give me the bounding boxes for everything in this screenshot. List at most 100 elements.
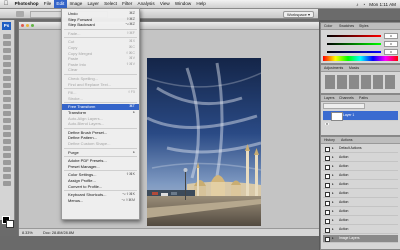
action-toggle-checkbox[interactable] xyxy=(325,182,330,188)
menu-view[interactable]: View xyxy=(157,0,172,8)
action-toggle-checkbox[interactable] xyxy=(325,209,330,215)
zoom-icon[interactable] xyxy=(31,24,34,27)
action-toggle-checkbox[interactable] xyxy=(325,155,330,161)
clock-icon[interactable]: ◔ xyxy=(362,2,365,7)
tab-swatches[interactable]: Swatches xyxy=(339,24,354,28)
volume-icon[interactable]: ♪ xyxy=(356,2,358,7)
expand-triangle-icon[interactable]: ▸ xyxy=(332,146,334,150)
move-tool-icon[interactable] xyxy=(3,34,11,39)
action-toggle-checkbox[interactable] xyxy=(325,227,330,233)
action-toggle-checkbox[interactable] xyxy=(325,200,330,206)
menu-item-stroke[interactable]: Stroke... xyxy=(62,96,139,102)
action-row[interactable]: ▸ Action xyxy=(323,172,398,180)
menu-item-auto-blend-layers[interactable]: Auto-Blend Layers... xyxy=(62,121,139,127)
menu-photoshop[interactable]: Photoshop xyxy=(12,0,41,8)
menu-layer[interactable]: Layer xyxy=(85,0,102,8)
tab-channels[interactable]: Channels xyxy=(339,96,354,100)
action-toggle-checkbox[interactable] xyxy=(325,191,330,197)
3d-orbit-tool-icon[interactable] xyxy=(3,167,11,172)
expand-triangle-icon[interactable]: ▸ xyxy=(332,209,334,213)
path-select-tool-icon[interactable] xyxy=(3,146,11,151)
tab-styles[interactable]: Styles xyxy=(359,24,369,28)
expand-triangle-icon[interactable]: ▸ xyxy=(332,227,334,231)
menu-window[interactable]: Window xyxy=(172,0,194,8)
history-brush-tool-icon[interactable] xyxy=(3,97,11,102)
action-row[interactable]: ▸ Action xyxy=(323,226,398,234)
blur-tool-icon[interactable] xyxy=(3,118,11,123)
expand-triangle-icon[interactable]: ▸ xyxy=(332,173,334,177)
tab-history[interactable]: History xyxy=(324,138,335,142)
close-icon[interactable] xyxy=(21,24,24,27)
exposure-icon[interactable] xyxy=(361,75,371,89)
menu-item-convert-to-profile[interactable]: Convert to Profile... xyxy=(62,184,139,190)
expand-triangle-icon[interactable]: ▸ xyxy=(332,236,334,240)
menu-help[interactable]: Help xyxy=(194,0,209,8)
zoom-tool-icon[interactable] xyxy=(3,181,11,186)
workspace-button[interactable]: Workspace ▾ xyxy=(282,10,314,18)
color-ramp[interactable] xyxy=(323,56,398,61)
layer-row[interactable]: Layer 1 xyxy=(323,111,398,126)
brightness-icon[interactable] xyxy=(325,75,335,89)
healing-brush-tool-icon[interactable] xyxy=(3,76,11,81)
levels-icon[interactable] xyxy=(337,75,347,89)
expand-triangle-icon[interactable]: ▸ xyxy=(332,218,334,222)
clone-stamp-tool-icon[interactable] xyxy=(3,90,11,95)
3d-rotate-tool-icon[interactable] xyxy=(3,160,11,165)
expand-triangle-icon[interactable]: ▸ xyxy=(332,191,334,195)
brush-tool-icon[interactable] xyxy=(3,83,11,88)
curves-icon[interactable] xyxy=(349,75,359,89)
menu-edit[interactable]: Edit xyxy=(53,0,67,8)
eraser-tool-icon[interactable] xyxy=(3,104,11,109)
tab-color[interactable]: Color xyxy=(324,24,332,28)
action-toggle-checkbox[interactable] xyxy=(325,236,330,242)
tab-masks[interactable]: Masks xyxy=(349,66,359,70)
pen-tool-icon[interactable] xyxy=(3,132,11,137)
vibrance-icon[interactable] xyxy=(373,75,383,89)
action-toggle-checkbox[interactable] xyxy=(325,218,330,224)
menu-file[interactable]: File xyxy=(41,0,54,8)
blue-slider[interactable] xyxy=(327,51,381,53)
green-slider[interactable] xyxy=(327,43,381,45)
menu-analysis[interactable]: Analysis xyxy=(135,0,157,8)
red-value[interactable]: 0 xyxy=(384,33,398,39)
expand-triangle-icon[interactable]: ▸ xyxy=(332,200,334,204)
expand-triangle-icon[interactable]: ▸ xyxy=(332,164,334,168)
apple-menu-icon[interactable]:  xyxy=(0,1,12,7)
visibility-eye-icon[interactable] xyxy=(325,113,329,126)
quick-select-tool-icon[interactable] xyxy=(3,55,11,60)
document-size[interactable]: Doc: 28.8M/28.8M xyxy=(43,231,74,235)
eyedropper-tool-icon[interactable] xyxy=(3,69,11,74)
dodge-tool-icon[interactable] xyxy=(3,125,11,130)
menu-item-clear[interactable]: Clear xyxy=(62,67,139,73)
green-value[interactable]: 0 xyxy=(384,41,398,47)
shape-tool-icon[interactable] xyxy=(3,153,11,158)
menu-item-find-and-replace-text[interactable]: Find and Replace Text... xyxy=(62,82,139,88)
menu-item-define-custom-shape[interactable]: Define Custom Shape... xyxy=(62,141,139,147)
tab-adjustments[interactable]: Adjustments xyxy=(324,66,343,70)
marquee-tool-icon[interactable] xyxy=(3,41,11,46)
action-row[interactable]: ▸ Image Layers xyxy=(323,235,398,243)
canvas-image[interactable] xyxy=(147,58,261,226)
action-toggle-checkbox[interactable] xyxy=(325,173,330,179)
lasso-tool-icon[interactable] xyxy=(3,48,11,53)
crop-tool-icon[interactable] xyxy=(3,62,11,67)
action-row[interactable]: ▸ Action xyxy=(323,217,398,225)
tab-layers[interactable]: Layers xyxy=(324,96,335,100)
blend-mode-select[interactable] xyxy=(323,103,365,109)
action-row[interactable]: ▸ Action xyxy=(323,208,398,216)
red-slider[interactable] xyxy=(327,35,381,37)
menu-item-purge[interactable]: Purge ▸ xyxy=(62,150,139,156)
action-toggle-checkbox[interactable] xyxy=(325,146,330,152)
menu-select[interactable]: Select xyxy=(102,0,120,8)
tool-preset-icon[interactable] xyxy=(16,10,24,17)
action-row[interactable]: ▸ Action xyxy=(323,199,398,207)
action-row[interactable]: ▸ Action xyxy=(323,163,398,171)
tab-paths[interactable]: Paths xyxy=(359,96,368,100)
blue-value[interactable]: 0 xyxy=(384,49,398,55)
hue-saturation-icon[interactable] xyxy=(385,75,395,89)
menu-image[interactable]: Image xyxy=(67,0,85,8)
action-row[interactable]: ▸ Action xyxy=(323,181,398,189)
action-toggle-checkbox[interactable] xyxy=(325,164,330,170)
tab-actions[interactable]: Actions xyxy=(341,138,352,142)
background-color-swatch[interactable] xyxy=(6,220,14,228)
